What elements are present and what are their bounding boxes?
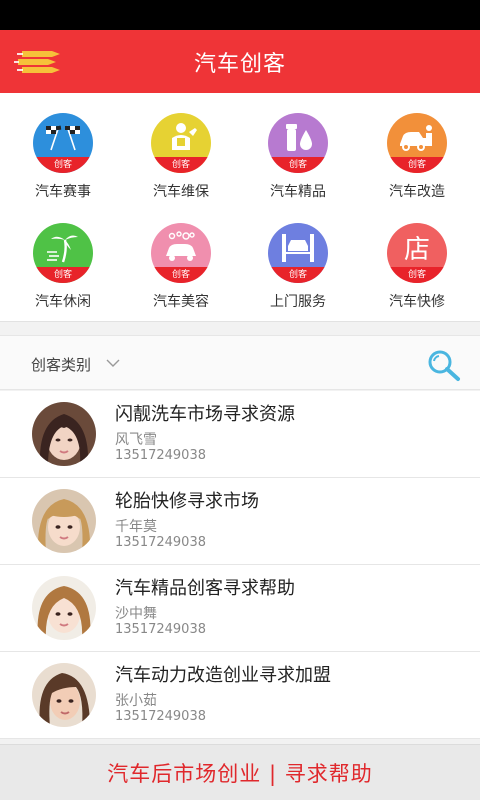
listing-phone: 13517249038: [115, 622, 206, 637]
car-wash-icon: [166, 231, 196, 261]
category-grid: 创客 汽车赛事 创客 汽车维保 创客 汽车精品 创客 汽车改造 创客 汽车休闲 …: [0, 93, 480, 322]
list-item[interactable]: 闪靓洗车市场寻求资源 风飞雪 13517249038: [0, 391, 480, 478]
search-icon[interactable]: [425, 348, 463, 382]
oil-products-icon: [286, 124, 312, 151]
category-quick-repair[interactable]: 店 创客 汽车快修: [357, 223, 477, 323]
category-racing-circle: 创客: [33, 113, 93, 173]
listing-author: 沙中舞: [115, 606, 157, 622]
racing-flags-icon: [46, 125, 80, 151]
category-badge: 创客: [268, 157, 328, 173]
listing-phone: 13517249038: [115, 448, 206, 463]
category-racing[interactable]: 创客 汽车赛事: [3, 113, 123, 213]
listing-phone: 13517249038: [115, 709, 206, 724]
category-leisure-circle: 创客: [33, 223, 93, 283]
listing-phone: 13517249038: [115, 535, 206, 550]
chevron-down-icon[interactable]: [106, 358, 120, 368]
category-home-service[interactable]: 创客 上门服务: [238, 223, 358, 323]
category-badge: 创客: [33, 157, 93, 173]
category-badge: 创客: [151, 267, 211, 283]
category-badge: 创客: [387, 267, 447, 283]
category-badge: 创客: [268, 267, 328, 283]
category-home-service-circle: 创客: [268, 223, 328, 283]
category-accessories[interactable]: 创客 汽车精品: [238, 113, 358, 213]
category-modification-circle: 创客: [387, 113, 447, 173]
category-label: 汽车精品: [270, 184, 326, 200]
listing-title: 汽车精品创客寻求帮助: [115, 578, 295, 599]
page-title: 汽车创客: [193, 51, 286, 77]
category-label: 汽车休闲: [35, 294, 91, 310]
category-beauty-circle: 创客: [151, 223, 211, 283]
footer-text: 汽车后市场创业 | 寻求帮助: [107, 761, 373, 786]
category-quick-repair-circle: 店 创客: [387, 223, 447, 283]
category-label: 上门服务: [270, 294, 326, 310]
category-badge: 创客: [151, 157, 211, 173]
svg-text:店: 店: [404, 235, 430, 264]
category-badge: 创客: [387, 157, 447, 173]
category-label: 汽车快修: [389, 294, 445, 310]
mechanic-icon: [172, 123, 197, 150]
shop-icon: 店: [404, 235, 430, 264]
footer-banner[interactable]: 汽车后市场创业 | 寻求帮助: [0, 744, 480, 800]
category-beauty[interactable]: 创客 汽车美容: [121, 223, 241, 323]
avatar: [32, 576, 96, 640]
avatar: [32, 489, 96, 553]
listing-author: 风飞雪: [115, 432, 157, 448]
category-maintenance[interactable]: 创客 汽车维保: [121, 113, 241, 213]
category-leisure[interactable]: 创客 汽车休闲: [3, 223, 123, 323]
list-item[interactable]: 汽车精品创客寻求帮助 沙中舞 13517249038: [0, 565, 480, 652]
menu-icon[interactable]: [14, 48, 64, 76]
listing-title: 轮胎快修寻求市场: [115, 491, 259, 512]
category-accessories-circle: 创客: [268, 113, 328, 173]
app-header: 汽车创客: [0, 30, 480, 93]
category-label: 汽车赛事: [35, 184, 91, 200]
avatar: [32, 402, 96, 466]
category-modification[interactable]: 创客 汽车改造: [357, 113, 477, 213]
listing-author: 张小茹: [115, 693, 157, 709]
listing-title: 闪靓洗车市场寻求资源: [115, 404, 295, 425]
category-label: 汽车维保: [153, 184, 209, 200]
category-filter-bar: 创客类别: [0, 335, 480, 390]
palm-beach-icon: [47, 235, 78, 263]
list-item[interactable]: 汽车动力改造创业寻求加盟 张小茹 13517249038: [0, 652, 480, 739]
category-label: 汽车改造: [389, 184, 445, 200]
listing-list: 闪靓洗车市场寻求资源 风飞雪 13517249038 轮胎快修寻求市场 千年莫 …: [0, 391, 480, 739]
listing-title: 汽车动力改造创业寻求加盟: [115, 665, 331, 686]
car-lift-icon: [282, 234, 314, 262]
listing-author: 千年莫: [115, 519, 157, 535]
category-maintenance-circle: 创客: [151, 113, 211, 173]
category-badge: 创客: [33, 267, 93, 283]
status-bar: [0, 0, 480, 30]
category-label: 汽车美容: [153, 294, 209, 310]
list-item[interactable]: 轮胎快修寻求市场 千年莫 13517249038: [0, 478, 480, 565]
category-filter-dropdown[interactable]: 创客类别: [31, 354, 91, 375]
car-repair-icon: [400, 125, 432, 151]
avatar: [32, 663, 96, 727]
